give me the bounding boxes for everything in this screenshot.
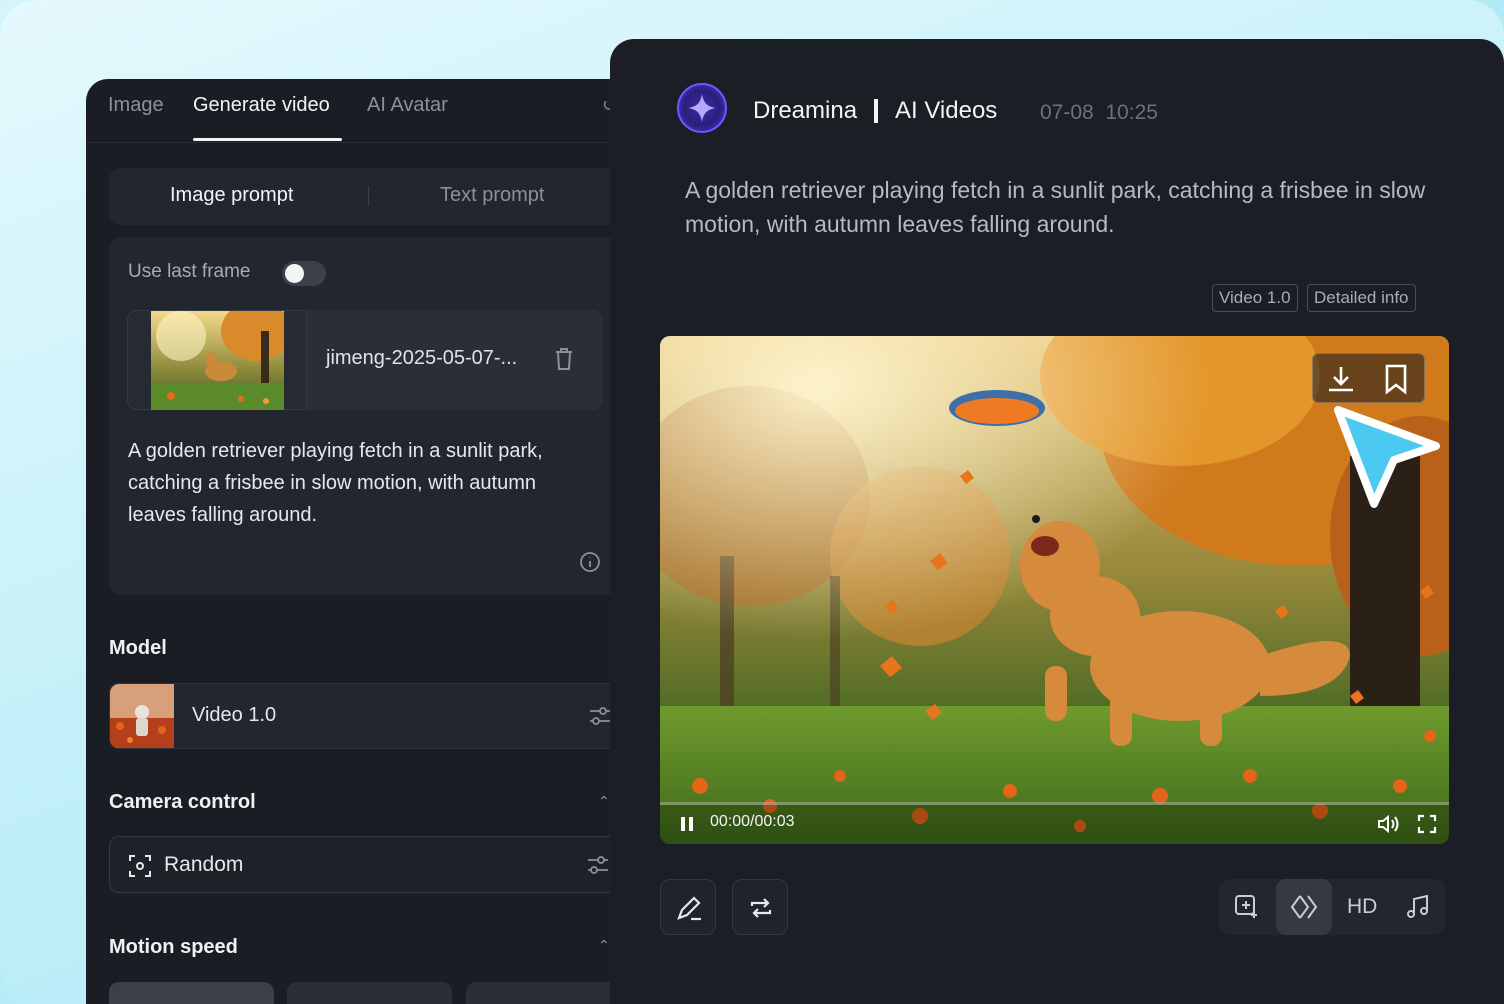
prompt-textarea[interactable]: A golden retriever playing fetch in a su… (128, 435, 598, 531)
tab-bar: Image Generate video AI Avatar ↺ (86, 79, 646, 143)
info-icon[interactable] (579, 551, 601, 578)
hd-button[interactable]: HD (1347, 895, 1377, 919)
detailed-info-tag[interactable]: Detailed info (1307, 284, 1416, 312)
tab-ai-avatar[interactable]: AI Avatar (367, 94, 448, 117)
edit-button[interactable] (660, 879, 716, 935)
brand-separator (874, 99, 878, 123)
active-tab-indicator (193, 138, 342, 141)
divider (368, 186, 369, 206)
video-progress-bar[interactable] (660, 802, 1449, 805)
brand-name: Dreamina (753, 97, 858, 124)
dreamina-logo-icon (677, 83, 727, 133)
speed-option-slow[interactable] (109, 982, 274, 1004)
file-thumbnail-frame (127, 310, 307, 410)
enhance-toolbar: HD (1219, 879, 1446, 935)
frame-add-button[interactable] (1219, 879, 1275, 935)
image-prompt-box: Use last frame jimeng-2025-05-07-... A g… (109, 237, 646, 595)
pointer-cursor-icon (1332, 404, 1444, 521)
interpolate-button[interactable] (1276, 879, 1332, 935)
repeat-icon (747, 894, 775, 927)
video-action-bar (1312, 353, 1425, 403)
download-icon[interactable] (1326, 364, 1356, 399)
music-note-icon (1405, 894, 1431, 925)
speed-option-normal[interactable] (287, 982, 452, 1004)
camera-control-selector[interactable]: Random (109, 836, 646, 893)
brand-subtitle: AI Videos (895, 97, 998, 124)
frame-plus-icon (1234, 894, 1260, 925)
file-thumbnail (151, 311, 284, 410)
result-panel: Dreamina AI Videos 07-08 10:25 A golden … (610, 39, 1504, 1004)
trash-icon[interactable] (554, 347, 574, 376)
volume-icon[interactable] (1377, 814, 1399, 839)
tab-image[interactable]: Image (108, 94, 164, 117)
video-description: A golden retriever playing fetch in a su… (685, 177, 1426, 237)
model-name: Video 1.0 (192, 704, 277, 726)
diamond-icon (1290, 893, 1318, 926)
camera-value: Random (164, 853, 244, 876)
sliders-icon[interactable] (588, 704, 612, 733)
chevron-up-icon[interactable]: ⌃ (598, 937, 610, 954)
fullscreen-icon[interactable] (1417, 814, 1437, 839)
model-tag[interactable]: Video 1.0 (1212, 284, 1298, 312)
model-selector[interactable]: Video 1.0 (109, 683, 646, 749)
model-thumbnail (110, 684, 174, 748)
pause-icon[interactable] (680, 816, 694, 837)
file-name: jimeng-2025-05-07-... (326, 347, 518, 369)
toggle-knob (285, 264, 304, 283)
timestamp: 07-08 10:25 (1040, 101, 1158, 124)
video-player[interactable]: 00:00/00:03 (660, 336, 1449, 844)
video-frame (660, 336, 1449, 844)
use-last-frame-label: Use last frame (128, 261, 251, 282)
model-section-title: Model (109, 637, 167, 659)
text-prompt-tab[interactable]: Text prompt (440, 184, 544, 207)
image-prompt-tab[interactable]: Image prompt (170, 184, 293, 207)
tab-generate-video[interactable]: Generate video (193, 94, 330, 117)
motion-speed-title: Motion speed (109, 936, 238, 958)
prompt-mode-switch: Image prompt Text prompt (109, 168, 646, 225)
camera-section-title: Camera control (109, 791, 256, 813)
generate-panel: Image Generate video AI Avatar ↺ Image p… (86, 79, 646, 1004)
bookmark-icon[interactable] (1381, 363, 1411, 400)
music-button[interactable] (1390, 879, 1446, 935)
use-last-frame-toggle[interactable] (282, 261, 326, 286)
focus-icon (128, 854, 152, 883)
speed-option-fast[interactable] (466, 982, 631, 1004)
pencil-icon (675, 894, 703, 927)
sliders-icon[interactable] (586, 853, 610, 882)
chevron-up-icon[interactable]: ⌃ (598, 793, 610, 810)
regenerate-button[interactable] (732, 879, 788, 935)
video-time: 00:00/00:03 (710, 813, 795, 830)
uploaded-file[interactable]: jimeng-2025-05-07-... (127, 310, 603, 410)
